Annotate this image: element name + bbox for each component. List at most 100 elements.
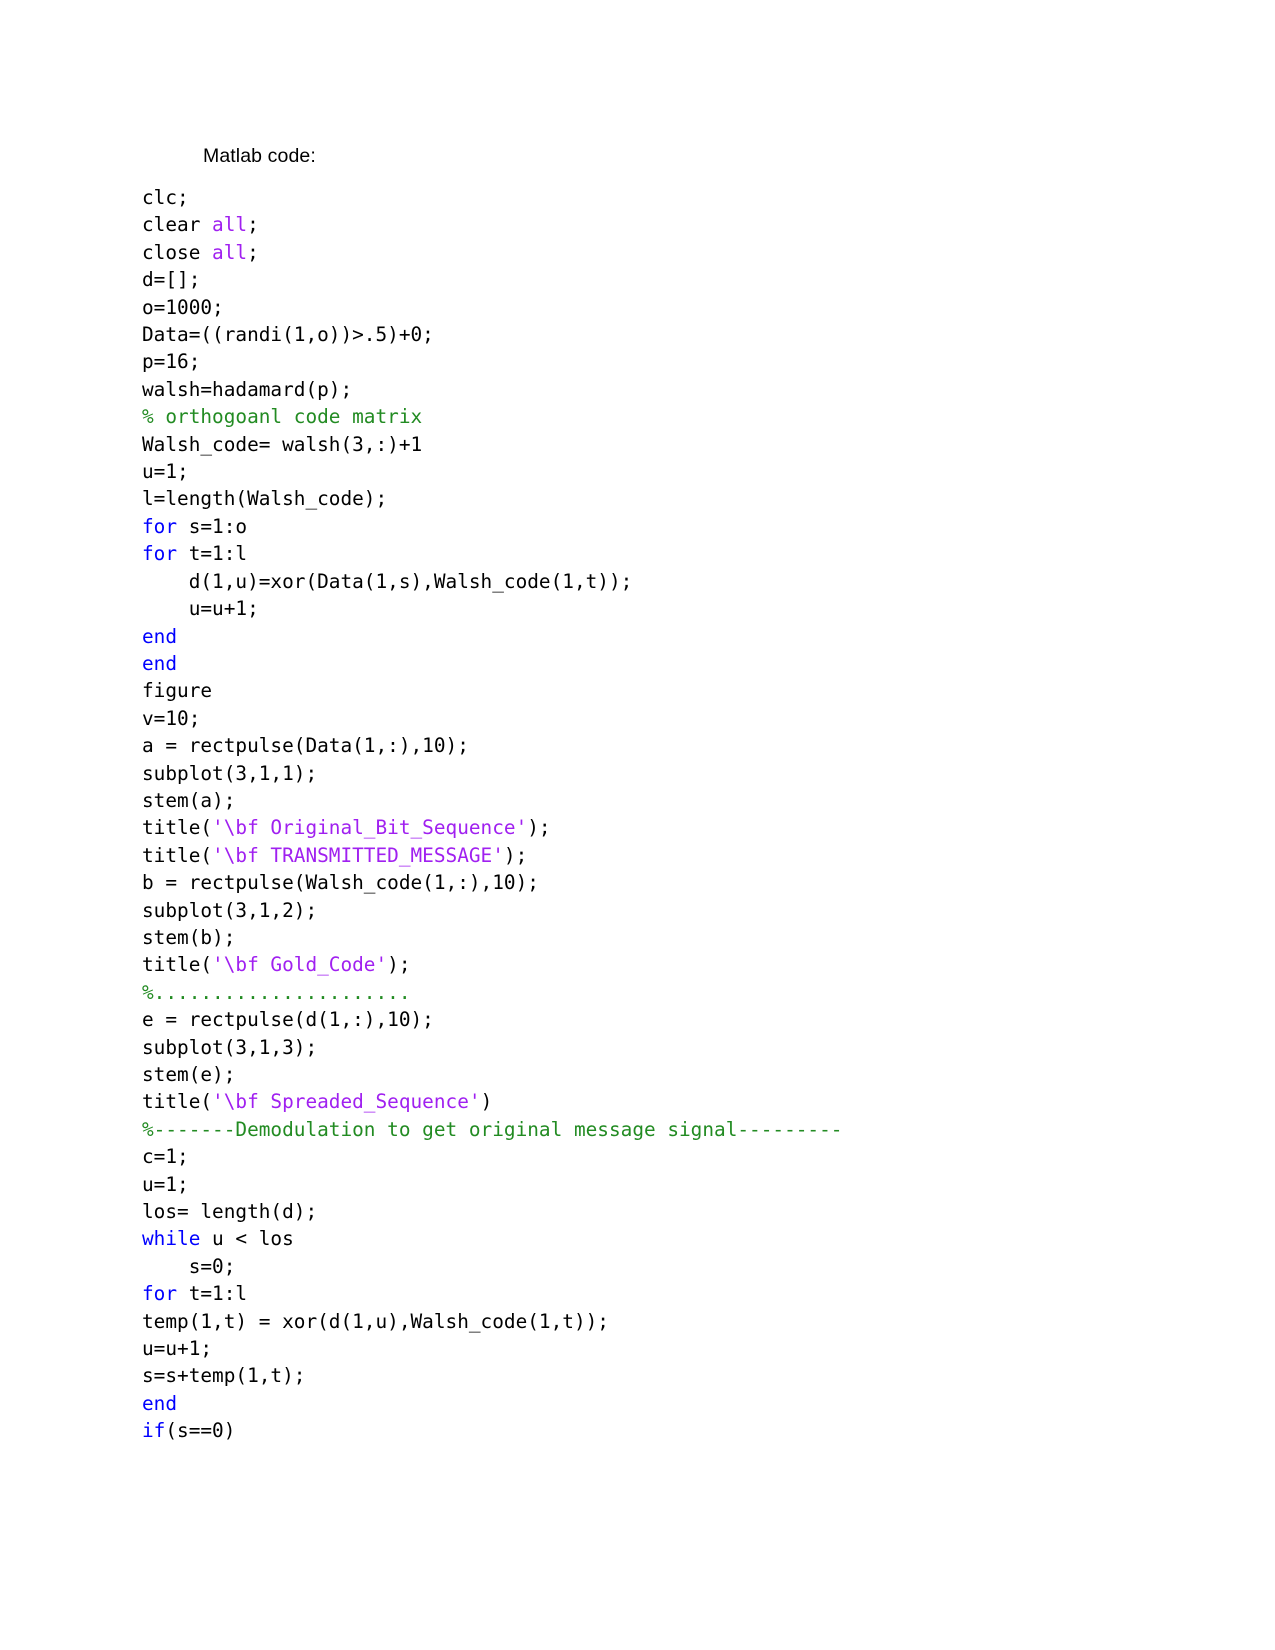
code-token-pln: subplot(3,1,3);: [142, 1035, 318, 1059]
code-line: walsh=hadamard(p);: [142, 376, 1142, 403]
code-line: d=[];: [142, 266, 1142, 293]
code-line: end: [142, 650, 1142, 677]
code-line: e = rectpulse(d(1,:),10);: [142, 1006, 1142, 1033]
code-line: while u < los: [142, 1225, 1142, 1252]
page-title: Matlab code:: [203, 145, 316, 167]
code-token-pln: s=s+temp(1,t);: [142, 1364, 306, 1388]
code-line: subplot(3,1,2);: [142, 897, 1142, 924]
code-token-str: '\bf TRANSMITTED_MESSAGE': [212, 843, 504, 867]
code-token-pln: p=16;: [142, 350, 201, 374]
code-line: l=length(Walsh_code);: [142, 485, 1142, 512]
code-line: end: [142, 1390, 1142, 1417]
code-token-pln: t=1:l: [177, 1282, 248, 1306]
code-line: stem(e);: [142, 1061, 1142, 1088]
code-line: d(1,u)=xor(Data(1,s),Walsh_code(1,t));: [142, 568, 1142, 595]
code-token-pln: u=u+1;: [142, 1337, 213, 1361]
code-line: title('\bf TRANSMITTED_MESSAGE');: [142, 842, 1142, 869]
code-token-pln: c=1;: [142, 1145, 189, 1169]
code-token-pln: u=u+1;: [142, 597, 259, 621]
code-line: if(s==0): [142, 1417, 1142, 1444]
code-token-pln: stem(e);: [142, 1063, 236, 1086]
code-line: title('\bf Spreaded_Sequence'): [142, 1088, 1142, 1115]
code-token-pln: Walsh_code= walsh(3,:)+1: [142, 432, 423, 456]
code-line: %......................: [142, 979, 1142, 1006]
code-line: a = rectpulse(Data(1,:),10);: [142, 732, 1142, 759]
code-line: temp(1,t) = xor(d(1,u),Walsh_code(1,t));: [142, 1308, 1142, 1335]
code-token-pln: t=1:l: [177, 542, 248, 566]
code-token-pln: title(: [142, 953, 213, 977]
code-line: s=s+temp(1,t);: [142, 1362, 1142, 1389]
code-token-pln: ;: [247, 213, 259, 237]
code-token-pln: d(1,u)=xor(Data(1,s),Walsh_code(1,t));: [142, 569, 633, 593]
code-token-cmt: %......................: [142, 980, 411, 1004]
code-line: title('\bf Gold_Code');: [142, 951, 1142, 978]
code-token-pln: subplot(3,1,2);: [142, 898, 318, 922]
code-token-pln: d=[];: [142, 268, 201, 292]
code-line: for t=1:l: [142, 1280, 1142, 1307]
code-token-pln: l=length(Walsh_code);: [142, 487, 388, 511]
code-line: c=1;: [142, 1143, 1142, 1170]
code-token-pln: ): [480, 1090, 493, 1114]
code-token-pln: u=1;: [142, 1172, 189, 1196]
code-token-pln: subplot(3,1,1);: [142, 761, 318, 785]
code-line: b = rectpulse(Walsh_code(1,:),10);: [142, 869, 1142, 896]
code-token-pln: title(: [142, 1090, 213, 1114]
code-token-pln: s=1:o: [177, 514, 248, 538]
code-token-kw: for: [142, 542, 178, 566]
code-token-pln: a = rectpulse(Data(1,:),10);: [142, 734, 469, 758]
code-token-pln: ;: [247, 240, 259, 264]
code-token-str: '\bf Gold_Code': [212, 953, 388, 977]
matlab-code-block: clc; clear all; close all; d=[]; o=1000; Data…: [142, 184, 1142, 1445]
code-token-str: '\bf Spreaded_Sequence': [212, 1090, 481, 1114]
code-token-pln: u < los: [200, 1227, 294, 1251]
code-line: p=16;: [142, 348, 1142, 375]
code-line: figure: [142, 677, 1142, 704]
code-token-pln: Data=((randi(1,o))>.5)+0;: [142, 323, 434, 347]
code-token-pln: );: [387, 953, 411, 977]
code-line: clear all;: [142, 211, 1142, 238]
code-token-pln: (s==0): [165, 1419, 236, 1443]
code-line: clc;: [142, 184, 1142, 211]
code-line: close all;: [142, 239, 1142, 266]
code-token-kw: end: [142, 651, 178, 675]
code-line: subplot(3,1,1);: [142, 760, 1142, 787]
code-token-kw: end: [142, 1391, 178, 1415]
code-token-kw: for: [142, 514, 178, 538]
code-token-pln: s=0;: [142, 1254, 236, 1278]
code-line: o=1000;: [142, 294, 1142, 321]
code-line: subplot(3,1,3);: [142, 1034, 1142, 1061]
code-token-pln: stem(b);: [142, 925, 236, 949]
code-token-kw: while: [142, 1227, 201, 1251]
code-line: s=0;: [142, 1253, 1142, 1280]
code-line: u=u+1;: [142, 1335, 1142, 1362]
code-token-kw: if: [142, 1419, 166, 1443]
code-token-pln: u=1;: [142, 460, 189, 484]
code-token-pln: figure: [142, 679, 213, 703]
code-line: stem(a);: [142, 787, 1142, 814]
code-token-pln: o=1000;: [142, 295, 224, 319]
code-line: v=10;: [142, 705, 1142, 732]
code-token-pln: walsh=hadamard(p);: [142, 377, 353, 401]
code-line: % orthogoanl code matrix: [142, 403, 1142, 430]
code-line: Walsh_code= walsh(3,:)+1: [142, 431, 1142, 458]
code-token-kw: for: [142, 1282, 178, 1306]
code-token-pln: b = rectpulse(Walsh_code(1,:),10);: [142, 871, 539, 895]
code-token-pln: title(: [142, 843, 213, 867]
code-token-pln: los= length(d);: [142, 1200, 318, 1224]
code-token-pln: temp(1,t) = xor(d(1,u),Walsh_code(1,t));: [142, 1309, 609, 1333]
code-line: for s=1:o: [142, 513, 1142, 540]
code-token-str: all: [212, 240, 248, 264]
code-line: u=1;: [142, 458, 1142, 485]
code-line: stem(b);: [142, 924, 1142, 951]
code-line: u=u+1;: [142, 595, 1142, 622]
code-token-pln: close: [142, 240, 213, 264]
code-token-pln: );: [503, 843, 528, 867]
code-token-cmt: %-------Demodulation to get original mes…: [142, 1117, 843, 1141]
code-token-pln: clc;: [142, 186, 189, 209]
code-token-pln: title(: [142, 816, 213, 840]
code-line: title('\bf Original_Bit_Sequence');: [142, 814, 1142, 841]
code-token-pln: e = rectpulse(d(1,:),10);: [142, 1008, 434, 1032]
document-page: Matlab code: clc; clear all; close all; d=[…: [0, 0, 1275, 1650]
code-line: end: [142, 623, 1142, 650]
code-token-pln: clear: [142, 213, 213, 237]
